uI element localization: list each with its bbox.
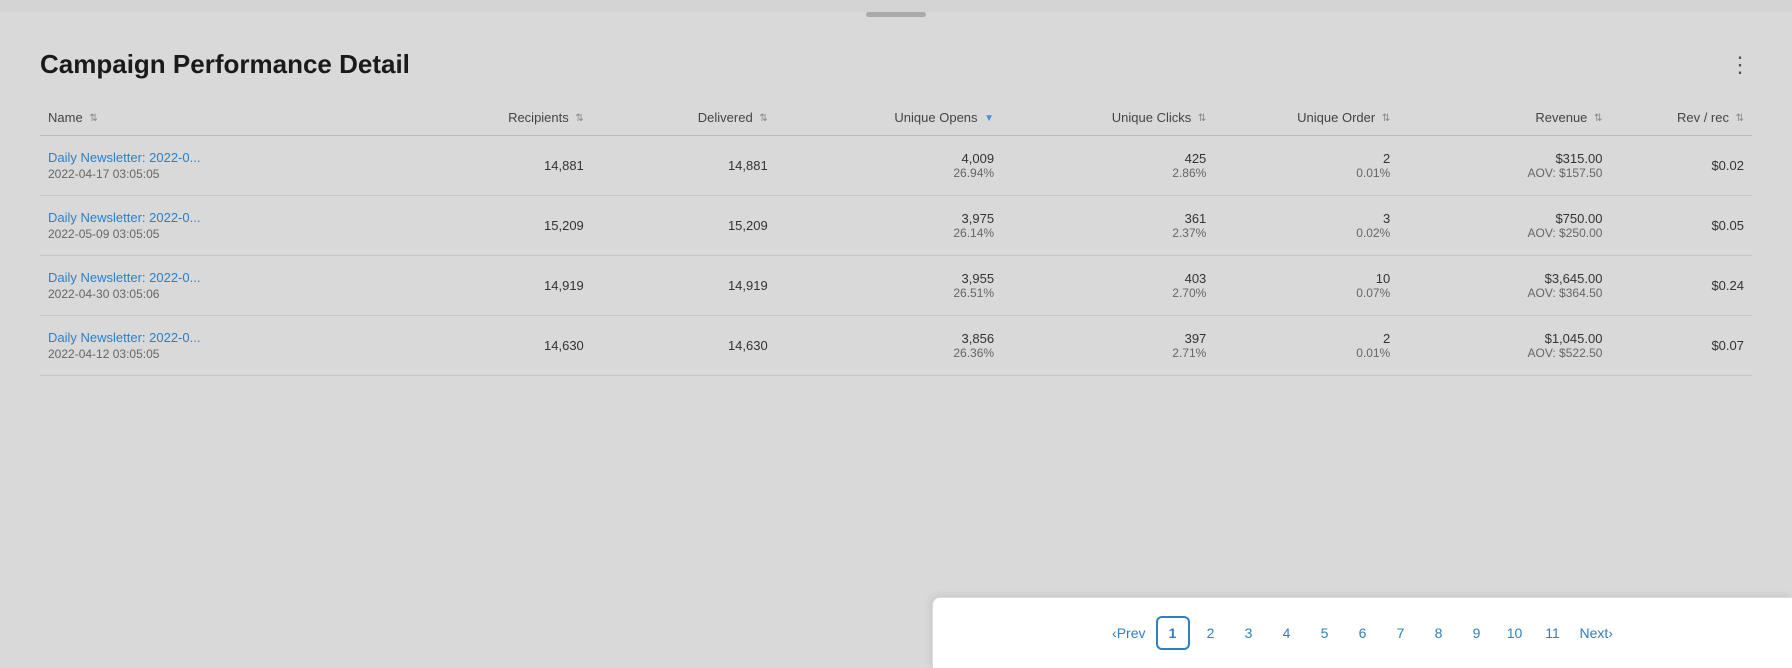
page-button-9[interactable]: 9 (1460, 616, 1494, 650)
cell-clicks-1: 361 2.37% (1002, 196, 1214, 256)
col-header-recipients[interactable]: Recipients ⇅ (408, 100, 592, 136)
sort-icon-clicks: ⇅ (1198, 113, 1206, 124)
cell-revrec-2: $0.24 (1610, 256, 1752, 316)
col-header-unique-order[interactable]: Unique Order ⇅ (1214, 100, 1398, 136)
page-button-3[interactable]: 3 (1232, 616, 1266, 650)
campaign-date-0: 2022-04-17 03:05:05 (48, 167, 400, 181)
header: Campaign Performance Detail ⋮ (0, 17, 1792, 100)
campaign-name-1[interactable]: Daily Newsletter: 2022-0... (48, 210, 400, 225)
page-button-2[interactable]: 2 (1194, 616, 1228, 650)
cell-delivered-3: 14,630 (592, 316, 776, 376)
cell-order-2: 10 0.07% (1214, 256, 1398, 316)
cell-opens-0: 4,009 26.94% (776, 136, 1002, 196)
campaign-name-0[interactable]: Daily Newsletter: 2022-0... (48, 150, 400, 165)
cell-recipients-2: 14,919 (408, 256, 592, 316)
table-body: Daily Newsletter: 2022-0... 2022-04-17 0… (40, 136, 1752, 376)
page-title: Campaign Performance Detail (40, 49, 410, 80)
cell-clicks-0: 425 2.86% (1002, 136, 1214, 196)
cell-opens-3: 3,856 26.36% (776, 316, 1002, 376)
cell-recipients-1: 15,209 (408, 196, 592, 256)
campaign-date-3: 2022-04-12 03:05:05 (48, 347, 400, 361)
cell-name-1: Daily Newsletter: 2022-0... 2022-05-09 0… (40, 196, 408, 256)
col-header-name[interactable]: Name ⇅ (40, 100, 408, 136)
cell-revenue-2: $3,645.00 AOV: $364.50 (1398, 256, 1610, 316)
table-header: Name ⇅ Recipients ⇅ Delivered ⇅ Unique O… (40, 100, 1752, 136)
page-button-6[interactable]: 6 (1346, 616, 1380, 650)
col-header-rev-rec[interactable]: Rev / rec ⇅ (1610, 100, 1752, 136)
table-row: Daily Newsletter: 2022-0... 2022-04-30 0… (40, 256, 1752, 316)
cell-order-0: 2 0.01% (1214, 136, 1398, 196)
cell-revrec-3: $0.07 (1610, 316, 1752, 376)
campaign-date-2: 2022-04-30 03:05:06 (48, 287, 400, 301)
sort-icon-revenue: ⇅ (1594, 113, 1602, 124)
sort-icon-name: ⇅ (89, 113, 97, 124)
campaign-name-2[interactable]: Daily Newsletter: 2022-0... (48, 270, 400, 285)
col-header-unique-opens[interactable]: Unique Opens ▼ (776, 100, 1002, 136)
cell-delivered-1: 15,209 (592, 196, 776, 256)
sort-icon-recipients: ⇅ (575, 113, 583, 124)
pagination-panel: ‹ Prev 1 2 3 4 5 6 7 8 9 10 11 Next › (932, 597, 1792, 668)
cell-clicks-3: 397 2.71% (1002, 316, 1214, 376)
campaign-table: Name ⇅ Recipients ⇅ Delivered ⇅ Unique O… (40, 100, 1752, 376)
campaign-date-1: 2022-05-09 03:05:05 (48, 227, 400, 241)
cell-name-3: Daily Newsletter: 2022-0... 2022-04-12 0… (40, 316, 408, 376)
page-button-5[interactable]: 5 (1308, 616, 1342, 650)
cell-revrec-0: $0.02 (1610, 136, 1752, 196)
cell-opens-1: 3,975 26.14% (776, 196, 1002, 256)
next-arrow-icon: › (1608, 625, 1613, 641)
page-button-4[interactable]: 4 (1270, 616, 1304, 650)
cell-recipients-0: 14,881 (408, 136, 592, 196)
page-container: Campaign Performance Detail ⋮ Name ⇅ Rec… (0, 12, 1792, 668)
cell-delivered-2: 14,919 (592, 256, 776, 316)
more-options-icon[interactable]: ⋮ (1729, 54, 1752, 76)
cell-name-2: Daily Newsletter: 2022-0... 2022-04-30 0… (40, 256, 408, 316)
page-button-8[interactable]: 8 (1422, 616, 1456, 650)
sort-icon-delivered: ⇅ (759, 113, 767, 124)
prev-button[interactable]: ‹ Prev (1106, 616, 1151, 650)
cell-delivered-0: 14,881 (592, 136, 776, 196)
campaign-name-3[interactable]: Daily Newsletter: 2022-0... (48, 330, 400, 345)
table-wrapper: Name ⇅ Recipients ⇅ Delivered ⇅ Unique O… (0, 100, 1792, 376)
cell-name-0: Daily Newsletter: 2022-0... 2022-04-17 0… (40, 136, 408, 196)
page-button-1[interactable]: 1 (1156, 616, 1190, 650)
col-header-revenue[interactable]: Revenue ⇅ (1398, 100, 1610, 136)
cell-order-1: 3 0.02% (1214, 196, 1398, 256)
sort-icon-opens: ▼ (984, 113, 994, 124)
cell-clicks-2: 403 2.70% (1002, 256, 1214, 316)
page-button-10[interactable]: 10 (1498, 616, 1532, 650)
cell-revenue-0: $315.00 AOV: $157.50 (1398, 136, 1610, 196)
table-row: Daily Newsletter: 2022-0... 2022-04-12 0… (40, 316, 1752, 376)
page-button-7[interactable]: 7 (1384, 616, 1418, 650)
cell-revrec-1: $0.05 (1610, 196, 1752, 256)
cell-opens-2: 3,955 26.51% (776, 256, 1002, 316)
table-row: Daily Newsletter: 2022-0... 2022-04-17 0… (40, 136, 1752, 196)
col-header-delivered[interactable]: Delivered ⇅ (592, 100, 776, 136)
sort-icon-order: ⇅ (1382, 113, 1390, 124)
page-button-11[interactable]: 11 (1536, 616, 1570, 650)
cell-recipients-3: 14,630 (408, 316, 592, 376)
table-row: Daily Newsletter: 2022-0... 2022-05-09 0… (40, 196, 1752, 256)
col-header-unique-clicks[interactable]: Unique Clicks ⇅ (1002, 100, 1214, 136)
sort-icon-revrec: ⇅ (1736, 113, 1744, 124)
cell-order-3: 2 0.01% (1214, 316, 1398, 376)
cell-revenue-1: $750.00 AOV: $250.00 (1398, 196, 1610, 256)
next-button[interactable]: Next › (1574, 616, 1619, 650)
cell-revenue-3: $1,045.00 AOV: $522.50 (1398, 316, 1610, 376)
